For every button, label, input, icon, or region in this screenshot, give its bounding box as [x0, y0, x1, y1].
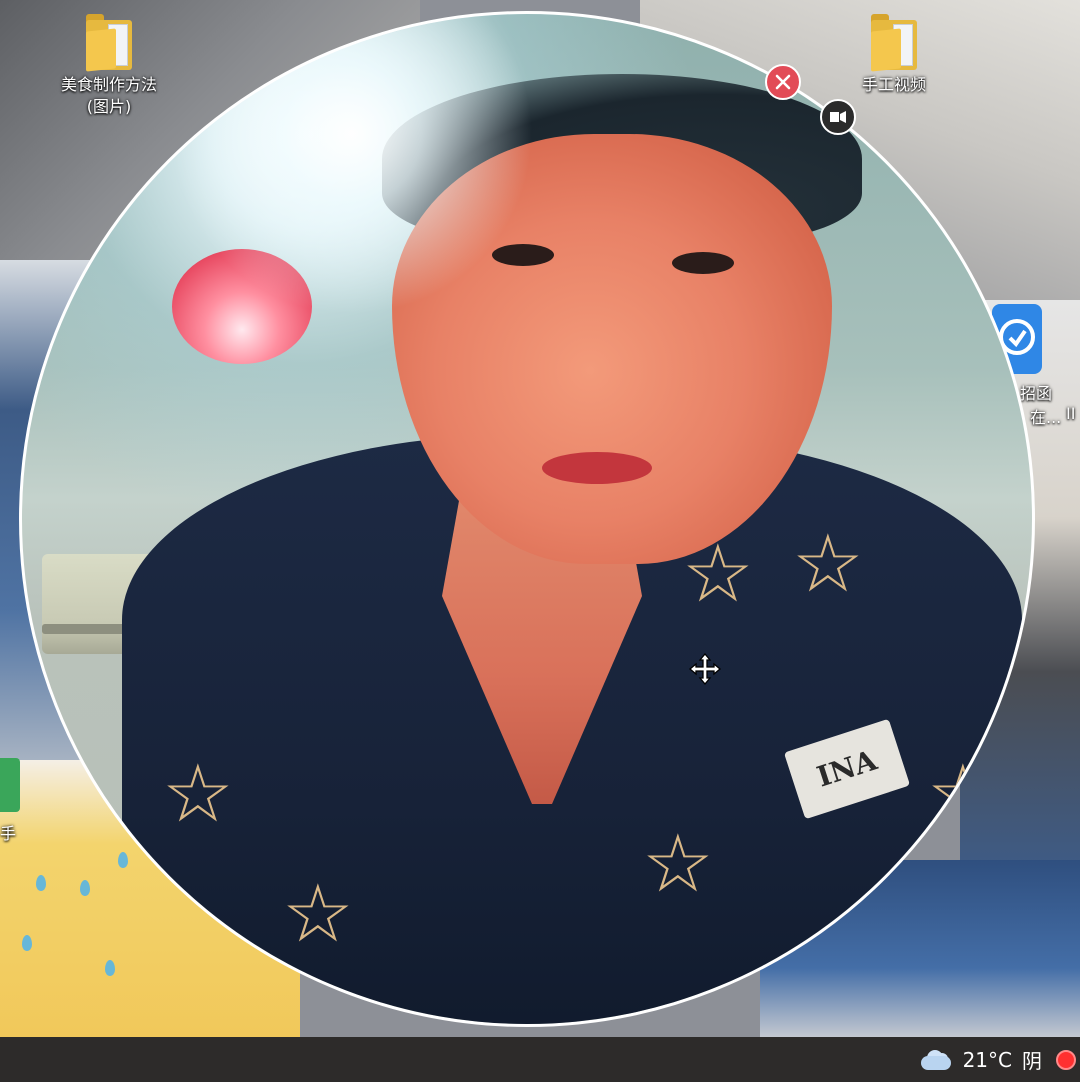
close-icon	[775, 74, 791, 90]
shirt-star-pattern: ☆	[162, 747, 234, 840]
raindrop-decoration	[22, 935, 32, 951]
desktop-icon-label: 在...	[1030, 408, 1062, 427]
desktop-icon-handcraft-videos[interactable]: 手工视频	[834, 14, 954, 96]
camera-preview[interactable]: ☆ ☆ ☆ ☆ ☆ ☆ INA	[19, 11, 1035, 1027]
app-shortcut-icon[interactable]	[0, 758, 20, 812]
move-cursor-icon	[688, 652, 722, 686]
camera-toggle-button[interactable]	[820, 99, 856, 135]
shirt-star-pattern: ☆	[642, 817, 714, 910]
person-eye	[672, 252, 734, 274]
desktop-screen: 美食制作方法 (图片) 手工视频 招函 在... II 手 ☆ ☆ ☆ ☆ ☆ …	[0, 0, 1080, 1082]
person-mouth	[542, 452, 652, 484]
raindrop-decoration	[80, 880, 90, 896]
raindrop-decoration	[105, 960, 115, 976]
desktop-icon-label: II	[1066, 404, 1076, 423]
raindrop-decoration	[36, 875, 46, 891]
shirt-star-pattern: ☆	[792, 517, 864, 610]
weather-widget[interactable]: 21°C 阴	[919, 1037, 1080, 1082]
shirt-star-pattern: ☆	[682, 527, 754, 620]
desktop-icon-label: 招函	[1020, 384, 1053, 403]
desktop-icon-label: 手工视频	[861, 75, 926, 94]
cloud-icon	[919, 1048, 953, 1072]
folder-icon	[871, 14, 917, 72]
shirt-star-pattern: ☆	[927, 747, 999, 840]
taskbar: 21°C 阴	[0, 1037, 1080, 1082]
weather-condition: 阴	[1022, 1049, 1042, 1073]
recording-indicator-icon[interactable]	[1056, 1049, 1076, 1070]
close-button[interactable]	[765, 64, 801, 100]
camera-icon	[830, 111, 846, 123]
shirt-star-pattern: ☆	[282, 867, 354, 960]
weather-temperature: 21°C	[962, 1047, 1012, 1072]
desktop-icon-label: 手	[0, 824, 17, 843]
folder-icon	[86, 14, 132, 72]
